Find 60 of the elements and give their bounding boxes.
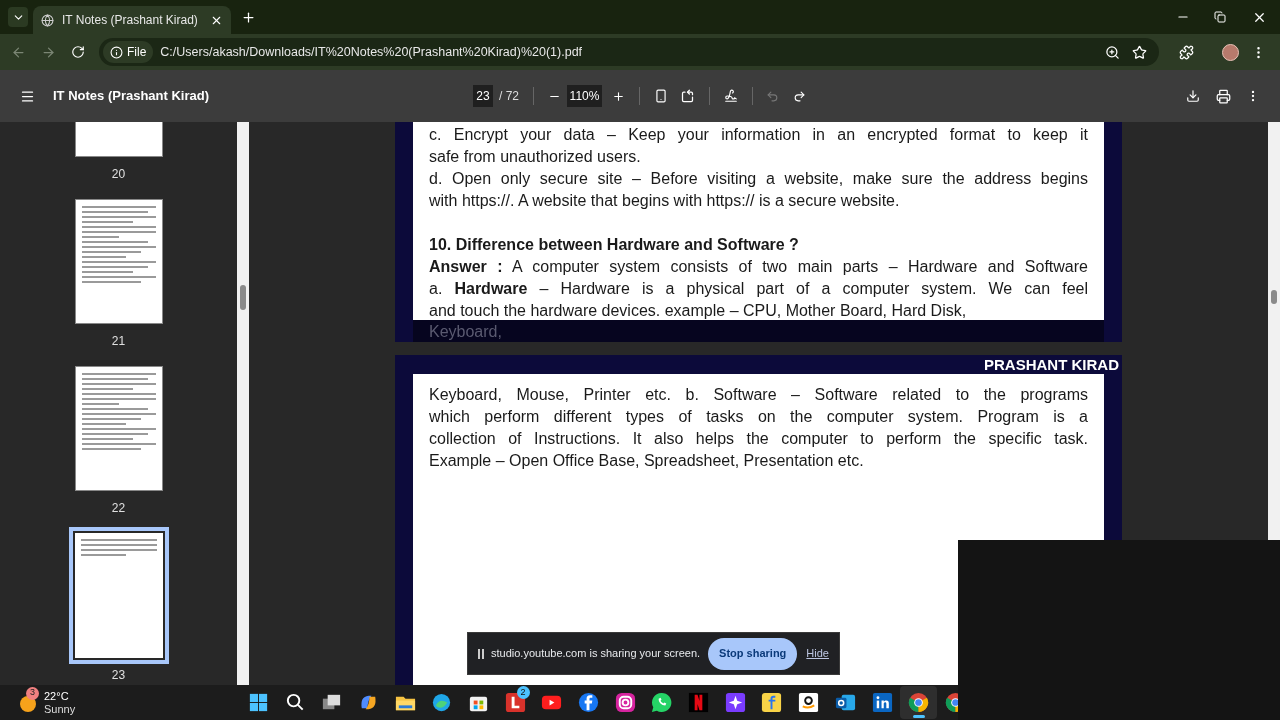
url-text: C:/Users/akash/Downloads/IT%20Notes%20(Prashant%20Kirad)%20(1).pdf [160, 43, 583, 61]
globe-icon [41, 13, 54, 27]
forward-icon[interactable] [41, 44, 56, 60]
redo-icon[interactable] [793, 89, 806, 103]
scrollbar[interactable] [237, 122, 249, 685]
page-thumbnail[interactable] [74, 199, 163, 324]
page-number: 23 [111, 667, 126, 684]
restore-icon[interactable] [1214, 11, 1226, 23]
new-tab-icon[interactable] [241, 9, 256, 25]
weather-condition: Sunny [44, 702, 76, 716]
paragraph: Keyboard, Mouse, Printer etc. b. Software – Software related to the programs which perform different types of tasks on the computer system. Program is a collection of Instructions. It also helps the computer to perform the specific task. Example – Open Office Base, Spreadsheet, Presentation etc. [429, 385, 1088, 471]
paragraph: c. Encrypt your data – Keep your information in an encrypted format to keep it safe from unauthorized users. [429, 125, 1088, 167]
network-tile-icon[interactable] [870, 691, 894, 714]
bookmark-icon[interactable] [1132, 44, 1147, 60]
annotate-icon[interactable] [724, 89, 738, 103]
avatar[interactable] [1222, 43, 1239, 61]
info-icon [110, 45, 123, 59]
page-number-field[interactable]: 23 [473, 85, 493, 107]
chat-bubble-icon[interactable] [650, 691, 674, 714]
page-count: / 72 [499, 88, 519, 105]
shopping-tile-icon[interactable] [760, 691, 784, 714]
reload-icon[interactable] [71, 45, 85, 59]
notification-badge: 3 [26, 686, 39, 700]
page-number: 20 [111, 166, 126, 183]
menu-icon[interactable] [20, 88, 35, 104]
hide-link[interactable]: Hide [806, 645, 829, 662]
media-tile-icon[interactable] [687, 691, 711, 714]
cart-tile-icon[interactable] [797, 691, 821, 714]
social-circle-icon[interactable] [577, 691, 601, 714]
page-header: PRASHANT KIRAD [984, 355, 1119, 374]
document-title: IT Notes (Prashant Kirad) [53, 87, 210, 106]
paragraph: d. Open only secure site – Before visiting a website, make sure the address begins with https://. A website that begins with https:// is a secure website. [429, 169, 1088, 211]
share-message: studio.youtube.com is sharing your screen. [491, 646, 701, 662]
notification-badge: 2 [516, 686, 530, 699]
zoom-in-icon[interactable] [612, 89, 625, 103]
rotate-icon[interactable] [680, 88, 695, 104]
camera-icon[interactable] [613, 691, 637, 714]
pause-icon [478, 648, 484, 659]
print-icon[interactable] [1216, 88, 1231, 104]
app-tile-icon[interactable] [503, 691, 527, 714]
sparkle-tile-icon[interactable] [723, 691, 747, 714]
zoom-field[interactable]: 110% [567, 85, 602, 107]
page-number: 22 [111, 500, 126, 517]
extensions-icon[interactable] [1179, 44, 1194, 60]
download-icon[interactable] [1186, 89, 1200, 103]
temperature: 22°C [44, 689, 70, 703]
page-number: 21 [111, 333, 126, 350]
stop-sharing-button[interactable]: Stop sharing [708, 637, 798, 670]
fit-page-icon[interactable] [654, 89, 668, 103]
section-heading: 10. Difference between Hardware and Software ? [429, 235, 800, 255]
address-field[interactable]: File C:/Users/akash/Downloads/IT%20Notes%20(Prashant%20Kirad)%20(1).pdf [99, 38, 1159, 66]
zoom-icon[interactable] [1105, 44, 1120, 60]
bleed-text: Keyboard, [429, 323, 502, 340]
browser-tab[interactable]: IT Notes (Prashant Kirad) [33, 6, 231, 34]
site-info-chip[interactable]: File [103, 41, 154, 63]
paragraph: Answer : A computer system consists of two main parts – Hardware and Software a. Hardware – Hardware is a physical part of a computer system. We can feel and touch the hardware devices. example – CPU, Mother Board, Hard Disk, [429, 257, 1088, 320]
tab-list-button[interactable] [8, 7, 28, 27]
back-icon[interactable] [11, 44, 26, 60]
page-thumbnail[interactable] [74, 366, 163, 491]
chrome-icon[interactable] [907, 691, 931, 714]
